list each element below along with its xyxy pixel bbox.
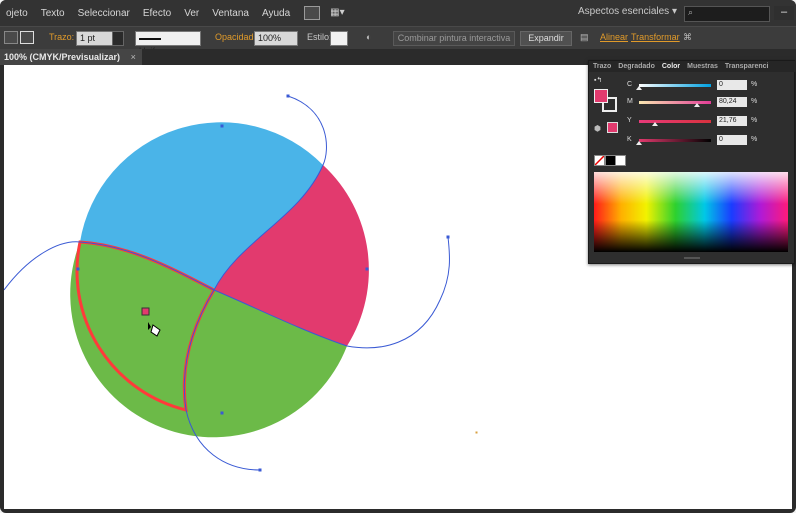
color-panel: Trazo Degradado Color Muestras Transpare…	[588, 60, 796, 264]
slider-k-value[interactable]: 0	[717, 135, 747, 145]
menu-seleccionar[interactable]: Seleccionar	[78, 8, 130, 19]
color-spectrum[interactable]	[594, 172, 788, 252]
menu-items: ojeto Texto Seleccionar Efecto Ver Venta…	[0, 8, 290, 19]
anchor-point[interactable]	[446, 235, 450, 239]
menu-efecto[interactable]: Efecto	[143, 8, 171, 19]
tab-trazo[interactable]: Trazo	[593, 61, 611, 72]
style-label: Estilo:	[307, 32, 332, 42]
stroke-profile-dropdown[interactable]: Uniforme	[135, 31, 201, 56]
slider-k-label: K	[627, 136, 632, 143]
menu-ver[interactable]: Ver	[184, 8, 199, 19]
gamut-color-chip[interactable]	[607, 122, 618, 133]
slider-y-track[interactable]	[639, 120, 711, 123]
slider-c-label: C	[627, 81, 633, 88]
document-tab[interactable]: 100% (CMYK/Previsualizar) ×	[0, 49, 142, 65]
anchor-point[interactable]	[286, 94, 290, 98]
recolor-icon[interactable]: ◐	[366, 31, 371, 44]
tab-transparencia[interactable]: Transparenci	[725, 61, 769, 72]
stroke-weight-input[interactable]: 1 pt	[76, 31, 114, 46]
slider-y-label: Y	[627, 117, 632, 124]
slider-m-thumb[interactable]	[693, 103, 700, 107]
menu-texto[interactable]: Texto	[41, 8, 65, 19]
arrange-documents-icon[interactable]: ▦▾	[330, 7, 348, 19]
swap-colors-icon[interactable]: ▪↰	[594, 76, 602, 84]
slider-y-percent: %	[751, 117, 758, 124]
anchor-point[interactable]	[220, 411, 224, 415]
search-icon: ⌕	[688, 7, 694, 17]
minimize-button[interactable]: –	[774, 6, 794, 20]
stroke-weight-label[interactable]: Trazo:	[49, 31, 74, 44]
opacity-label[interactable]: Opacidad:	[215, 31, 256, 44]
fill-swatch[interactable]	[4, 31, 18, 44]
workspace-switcher[interactable]: Aspectos esenciales ▾	[578, 6, 677, 17]
tab-color[interactable]: Color	[662, 61, 680, 72]
align-panel-icon[interactable]: ▤	[580, 31, 589, 44]
slider-c-thumb[interactable]	[636, 86, 642, 90]
menu-ayuda[interactable]: Ayuda	[262, 8, 290, 19]
fill-color-box[interactable]	[594, 89, 608, 103]
slider-c-value[interactable]: 0	[717, 80, 747, 90]
isolate-icon[interactable]: ⌘	[683, 31, 692, 44]
stroke-swatch[interactable]	[20, 31, 34, 44]
transform-link[interactable]: Transformar	[631, 31, 680, 44]
app-window: ojeto Texto Seleccionar Efecto Ver Venta…	[0, 0, 796, 513]
expand-button[interactable]: Expandir	[520, 31, 572, 46]
stroke-weight-dropdown[interactable]	[112, 31, 124, 46]
document-tab-title: 100% (CMYK/Previsualizar)	[4, 52, 121, 62]
cursor-swatch-icon	[141, 307, 150, 316]
stroke-profile-line	[139, 37, 161, 40]
opacity-input[interactable]: 100%	[254, 31, 298, 46]
slider-y-value[interactable]: 21,76	[717, 116, 747, 126]
none-swatch[interactable]	[594, 155, 605, 166]
slider-m-percent: %	[751, 98, 758, 105]
close-icon[interactable]: ×	[131, 52, 136, 62]
control-bar: Trazo: 1 pt Uniforme Opacidad: 100% Esti…	[0, 26, 796, 56]
tab-degradado[interactable]: Degradado	[618, 61, 655, 72]
align-link[interactable]: Alinear	[600, 31, 628, 44]
slider-k-track[interactable]	[639, 139, 711, 142]
anchor-point[interactable]	[220, 124, 224, 128]
stray-point	[475, 431, 478, 434]
live-paint-button[interactable]: Combinar pintura interactiva	[393, 31, 515, 46]
help-search-input[interactable]: ⌕	[684, 6, 770, 22]
anchor-point[interactable]	[365, 267, 369, 271]
anchor-point[interactable]	[258, 468, 262, 472]
slider-k-thumb[interactable]	[636, 141, 642, 145]
slider-m-label: M	[627, 98, 633, 105]
slider-c-track[interactable]	[639, 84, 711, 87]
panel-tabs: Trazo Degradado Color Muestras Transpare…	[589, 61, 796, 72]
menu-objeto[interactable]: ojeto	[6, 8, 28, 19]
slider-c-percent: %	[751, 81, 758, 88]
slider-m-value[interactable]: 80,24	[717, 97, 747, 107]
menu-bar: ojeto Texto Seleccionar Efecto Ver Venta…	[0, 0, 796, 26]
white-swatch[interactable]	[615, 155, 626, 166]
bridge-icon[interactable]	[304, 6, 321, 20]
out-of-gamut-icon[interactable]: ⬢	[594, 124, 601, 133]
slider-y-thumb[interactable]	[651, 122, 658, 126]
slider-m-track[interactable]	[639, 101, 711, 104]
slider-k-percent: %	[751, 136, 758, 143]
panel-resize-grip[interactable]	[684, 257, 700, 259]
none-slash-icon	[594, 155, 605, 166]
anchor-point[interactable]	[76, 267, 80, 271]
menu-ventana[interactable]: Ventana	[212, 8, 249, 19]
graphic-style-swatch[interactable]	[330, 31, 348, 46]
tab-muestras[interactable]: Muestras	[687, 61, 718, 72]
